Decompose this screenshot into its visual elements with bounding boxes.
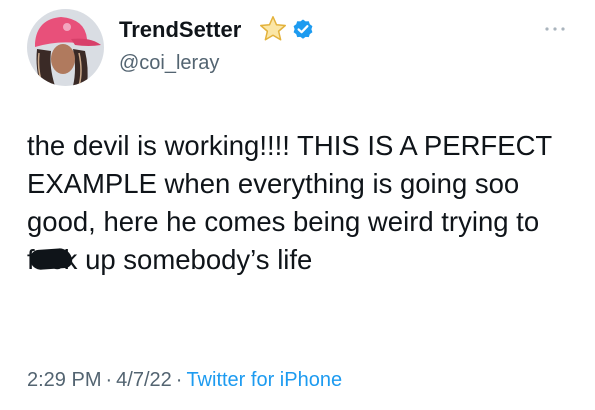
verified-icon xyxy=(293,19,313,39)
tweet-time[interactable]: 2:29 PM xyxy=(27,369,101,391)
star-icon xyxy=(260,16,286,41)
display-name[interactable]: TrendSetter xyxy=(119,17,241,43)
tweet-text-part: up somebody’s life xyxy=(77,244,313,275)
tweet-card: TrendSetter @coi_leray the devil is work… xyxy=(0,0,595,410)
tweet-source-link[interactable]: Twitter for iPhone xyxy=(186,369,342,391)
tweet-meta: 2:29 PM · 4/7/22 · Twitter for iPhone xyxy=(27,368,342,392)
badges xyxy=(258,14,315,44)
tweet-date[interactable]: 4/7/22 xyxy=(116,369,172,391)
avatar-image xyxy=(27,9,104,86)
user-handle[interactable]: @coi_leray xyxy=(119,51,219,75)
meta-separator: · xyxy=(105,369,113,391)
censored-word: fuck xyxy=(27,241,77,279)
meta-separator: · xyxy=(175,369,183,391)
more-options-icon[interactable] xyxy=(541,22,569,36)
tweet-text: the devil is working!!!! THIS IS A PERFE… xyxy=(27,127,575,279)
avatar[interactable] xyxy=(27,9,104,86)
tweet-text-part: the devil is working!!!! THIS IS A PERFE… xyxy=(27,130,552,237)
